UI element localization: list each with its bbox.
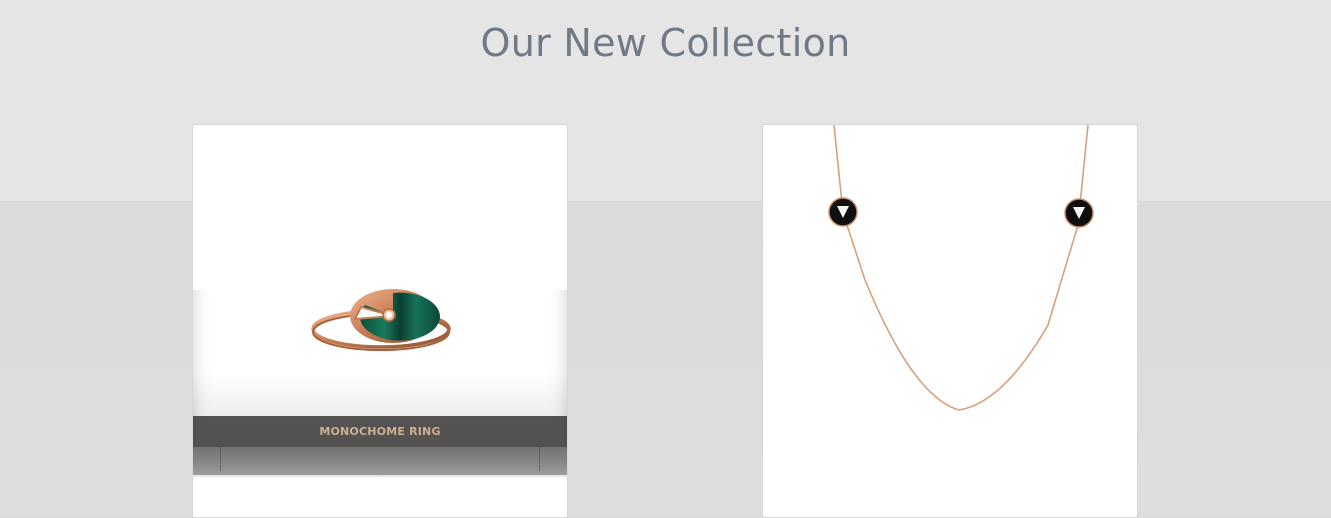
product-name: MONOCHOME RING: [319, 425, 441, 438]
ring-image: [311, 289, 451, 351]
necklace-image: [828, 125, 1094, 411]
product-card-necklace[interactable]: [762, 124, 1138, 518]
product-card-ring[interactable]: MONOCHOME RING: [192, 124, 568, 518]
product-caption[interactable]: MONOCHOME RING: [193, 416, 567, 447]
caption-shadow: [193, 447, 567, 477]
section-title: Our New Collection: [480, 21, 851, 65]
